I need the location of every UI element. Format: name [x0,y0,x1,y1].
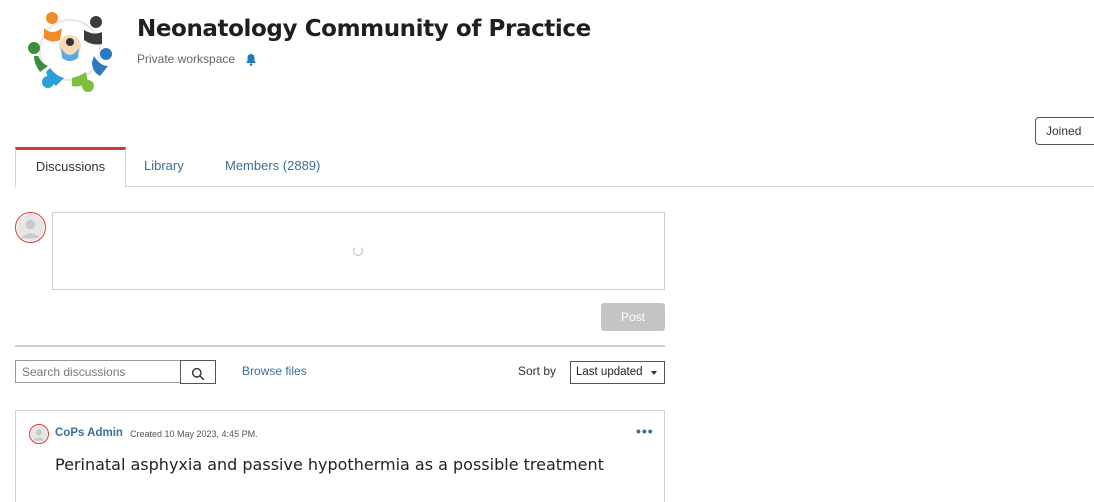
chevron-down-icon [651,371,657,375]
sort-dropdown[interactable]: Last updated [570,361,665,384]
tab-discussions[interactable]: Discussions [15,147,126,188]
discussion-title[interactable]: Perinatal asphyxia and passive hypotherm… [55,455,604,474]
created-timestamp: Created 10 May 2023, 4:45 PM. [130,429,258,439]
tab-bar: Discussions Library Members (2889) [15,147,1094,188]
workspace-info: Private workspace [137,52,257,66]
post-button[interactable]: Post [601,303,665,331]
discussion-card[interactable]: CoPs Admin Created 10 May 2023, 4:45 PM.… [15,410,665,502]
section-divider [15,345,665,347]
tab-library[interactable]: Library [144,147,184,187]
search-input[interactable] [15,360,181,383]
sort-value: Last updated [576,366,643,378]
joined-button[interactable]: Joined [1035,117,1094,145]
search-icon [191,367,205,381]
more-options-icon[interactable]: ••• [636,423,654,439]
bell-icon[interactable] [245,53,257,66]
author-avatar-icon [29,424,49,444]
tab-members[interactable]: Members (2889) [225,147,320,187]
search-button[interactable] [180,360,216,384]
browse-files-link[interactable]: Browse files [242,364,307,378]
user-avatar-icon [15,212,46,243]
page-title: Neonatology Community of Practice [137,16,591,42]
loading-spinner-icon [353,246,363,256]
sort-label: Sort by [518,364,557,378]
author-link[interactable]: CoPs Admin [55,427,123,439]
workspace-visibility: Private workspace [137,52,236,66]
community-logo [26,6,114,94]
